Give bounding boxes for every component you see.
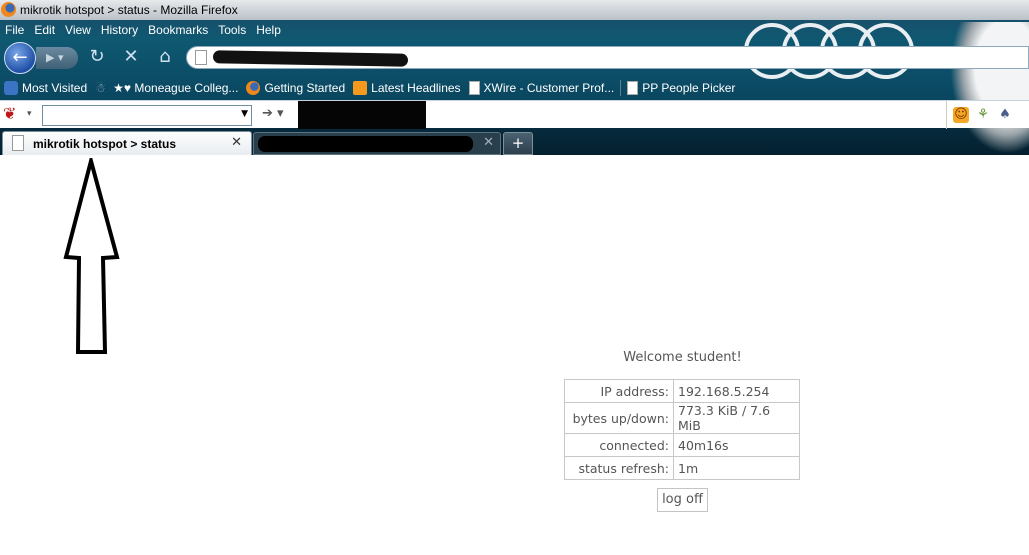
ant-icon[interactable]: ❦ bbox=[3, 105, 21, 123]
table-row: connected: 40m16s bbox=[564, 433, 800, 457]
status-table: IP address: 192.168.5.254 bytes up/down:… bbox=[564, 379, 800, 480]
tab-redacted[interactable]: ✕ bbox=[253, 132, 501, 155]
go-arrow-icon[interactable]: ➔ ▾ bbox=[262, 106, 284, 121]
table-row: status refresh: 1m bbox=[564, 456, 800, 480]
addon-puzzle-icon[interactable]: ♠ bbox=[997, 107, 1013, 123]
bookmark-getting-started[interactable]: Getting Started bbox=[246, 81, 345, 95]
welcome-message: Welcome student! bbox=[623, 350, 742, 365]
bookmark-pp-people-picker[interactable]: PP People Picker bbox=[627, 81, 735, 95]
menu-bar: File Edit View History Bookmarks Tools H… bbox=[0, 21, 286, 39]
status-value: 40m16s bbox=[673, 433, 800, 457]
page-icon bbox=[468, 81, 480, 95]
firefox-logo-icon bbox=[1, 2, 16, 17]
chevron-down-icon[interactable]: ▾ bbox=[27, 109, 32, 119]
menu-help[interactable]: Help bbox=[251, 21, 286, 39]
page-icon bbox=[12, 135, 24, 151]
bookmark-label: Getting Started bbox=[264, 81, 346, 95]
up-arrow-annotation bbox=[63, 158, 120, 354]
bookmark-label: Latest Headlines bbox=[371, 81, 461, 95]
dropdown-arrow-icon[interactable]: ▼ bbox=[241, 109, 248, 119]
log-off-button[interactable]: log off bbox=[657, 488, 708, 512]
addon-figure-icon[interactable]: ⚘ bbox=[975, 107, 991, 123]
menu-history[interactable]: History bbox=[96, 21, 143, 39]
bookmark-label: PP People Picker bbox=[642, 81, 736, 95]
window-title: mikrotik hotspot > status - Mozilla Fire… bbox=[20, 3, 238, 17]
firefox-icon bbox=[246, 81, 261, 95]
menu-edit[interactable]: Edit bbox=[29, 21, 60, 39]
menu-file[interactable]: File bbox=[0, 21, 29, 39]
new-tab-button[interactable]: + bbox=[503, 132, 533, 155]
close-icon[interactable]: ✕ bbox=[231, 135, 242, 150]
page-icon bbox=[627, 81, 639, 95]
bookmark-label: XWire - Customer Prof... bbox=[483, 81, 615, 95]
bookmark-moneague-college[interactable]: ☃ ★♥ Moneague Colleg... bbox=[95, 81, 238, 95]
status-label: IP address: bbox=[564, 379, 674, 403]
toolbar-search-input[interactable]: ▼ bbox=[42, 105, 252, 126]
reload-icon[interactable]: ↻ bbox=[86, 46, 108, 68]
menu-tools[interactable]: Tools bbox=[213, 21, 251, 39]
status-value: 192.168.5.254 bbox=[673, 379, 800, 403]
table-row: bytes up/down: 773.3 KiB / 7.6 MiB bbox=[564, 402, 800, 434]
tab-bar: mikrotik hotspot > status ✕ ✕ + bbox=[0, 128, 1029, 155]
close-icon[interactable]: ✕ bbox=[483, 135, 494, 150]
addon-orange-icon[interactable]: ☺ bbox=[953, 107, 969, 123]
status-label: bytes up/down: bbox=[564, 402, 674, 434]
tab-label: mikrotik hotspot > status bbox=[33, 137, 177, 151]
back-arrow-icon[interactable]: ← bbox=[4, 42, 36, 74]
bookmarks-toolbar: Most Visited ☃ ★♥ Moneague Colleg... Get… bbox=[0, 78, 1029, 98]
most-visited-icon bbox=[4, 81, 18, 95]
url-bar[interactable] bbox=[186, 46, 1029, 69]
forward-arrow-icon[interactable]: ▶ ▾ bbox=[36, 47, 78, 69]
page-icon bbox=[195, 50, 207, 65]
bookmark-separator bbox=[620, 80, 622, 96]
bookmark-most-visited[interactable]: Most Visited bbox=[4, 81, 87, 95]
menu-view[interactable]: View bbox=[60, 21, 96, 39]
redacted-url bbox=[212, 50, 409, 67]
menu-bookmarks[interactable]: Bookmarks bbox=[143, 21, 213, 39]
browser-chrome: mikrotik hotspot > status - Mozilla Fire… bbox=[0, 0, 1029, 155]
title-bar: mikrotik hotspot > status - Mozilla Fire… bbox=[0, 0, 1029, 20]
bookmark-label: ★♥ Moneague Colleg... bbox=[113, 81, 239, 95]
status-value: 1m bbox=[673, 456, 800, 480]
status-label: connected: bbox=[564, 433, 674, 457]
status-value: 773.3 KiB / 7.6 MiB bbox=[673, 402, 800, 434]
status-label: status refresh: bbox=[564, 456, 674, 480]
bookmark-label: Most Visited bbox=[22, 81, 88, 95]
home-icon[interactable]: ⌂ bbox=[154, 46, 176, 68]
addon-toolbar: ❦ ▾ ▼ ➔ ▾ ☺ ⚘ ♠ bbox=[0, 100, 1029, 129]
redacted-tab-label bbox=[258, 136, 473, 152]
tab-mikrotik-status[interactable]: mikrotik hotspot > status ✕ bbox=[2, 131, 252, 155]
bookmark-xwire[interactable]: XWire - Customer Prof... bbox=[468, 81, 615, 95]
navigation-bar: ← ▶ ▾ ↻ ✕ ⌂ bbox=[0, 40, 1029, 76]
stop-icon[interactable]: ✕ bbox=[120, 46, 142, 68]
toolbar-addon-icons: ☺ ⚘ ♠ bbox=[946, 101, 1029, 129]
bookmark-latest-headlines[interactable]: Latest Headlines bbox=[353, 81, 461, 95]
rss-icon bbox=[353, 81, 368, 95]
table-row: IP address: 192.168.5.254 bbox=[564, 379, 800, 403]
devil-icon: ☃ bbox=[95, 81, 106, 95]
redacted-toolbar-item bbox=[298, 101, 426, 129]
